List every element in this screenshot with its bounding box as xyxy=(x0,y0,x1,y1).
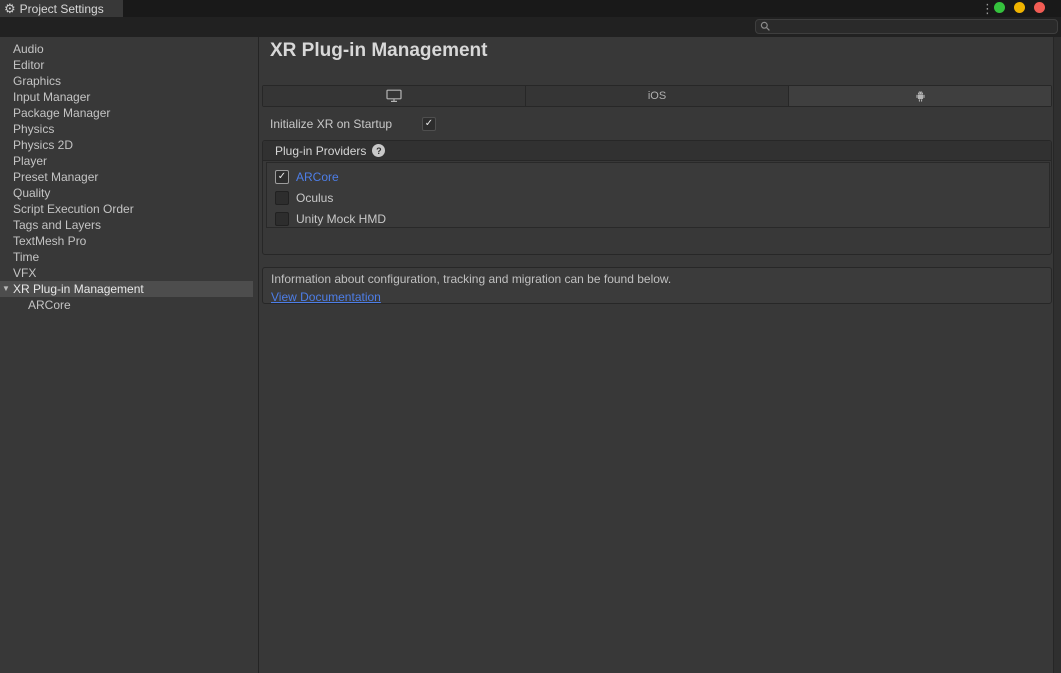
vertical-scrollbar[interactable] xyxy=(1053,37,1061,673)
settings-sidebar: Audio Editor Graphics Input Manager Package … xyxy=(0,37,259,673)
tab-android[interactable] xyxy=(789,86,1051,106)
sidebar-item-textmesh-pro[interactable]: TextMesh Pro xyxy=(0,233,258,249)
sidebar-item-graphics[interactable]: Graphics xyxy=(0,73,258,89)
window-minimize-dot[interactable] xyxy=(994,2,1005,13)
sidebar-item-physics-2d[interactable]: Physics 2D xyxy=(0,137,258,153)
initialize-xr-checkbox[interactable]: ✓ xyxy=(422,117,436,131)
sidebar-item-label: VFX xyxy=(13,266,36,280)
sidebar-item-preset-manager[interactable]: Preset Manager xyxy=(0,169,258,185)
initialize-xr-label: Initialize XR on Startup xyxy=(270,117,422,131)
sidebar-item-player[interactable]: Player xyxy=(0,153,258,169)
sidebar-item-label: Package Manager xyxy=(13,106,110,120)
plugin-providers-title: Plug-in Providers xyxy=(275,144,366,158)
sidebar-item-input-manager[interactable]: Input Manager xyxy=(0,89,258,105)
sidebar-item-label: Script Execution Order xyxy=(13,202,134,216)
provider-label[interactable]: Unity Mock HMD xyxy=(296,212,386,226)
plugin-providers-box: Plug-in Providers ? ✓ ARCore Oculus Unity M… xyxy=(262,140,1052,255)
gear-icon: ⚙ xyxy=(4,2,16,15)
search-box[interactable] xyxy=(755,19,1058,34)
provider-row: ✓ ARCore xyxy=(275,166,1049,187)
search-icon xyxy=(760,21,771,32)
initialize-xr-row: Initialize XR on Startup ✓ xyxy=(270,116,436,132)
providers-list: ✓ ARCore Oculus Unity Mock HMD xyxy=(266,162,1050,228)
sidebar-item-label: Tags and Layers xyxy=(13,218,101,232)
platform-tabbar: iOS xyxy=(262,85,1052,107)
sidebar-item-time[interactable]: Time xyxy=(0,249,258,265)
plugin-providers-header: Plug-in Providers ? xyxy=(263,141,1051,161)
window-tab-label: Project Settings xyxy=(20,2,104,16)
page-title: XR Plug-in Management xyxy=(270,40,487,62)
sidebar-item-label: TextMesh Pro xyxy=(13,234,86,248)
tab-ios[interactable]: iOS xyxy=(526,86,789,106)
sidebar-item-package-manager[interactable]: Package Manager xyxy=(0,105,258,121)
provider-row: Unity Mock HMD xyxy=(275,208,1049,229)
help-icon[interactable]: ? xyxy=(372,144,385,157)
sidebar-item-label: XR Plug-in Management xyxy=(13,282,144,296)
sidebar-item-label: Graphics xyxy=(13,74,61,88)
provider-row: Oculus xyxy=(275,187,1049,208)
sidebar-item-arcore[interactable]: ARCore xyxy=(0,297,258,313)
sidebar-item-audio[interactable]: Audio xyxy=(0,41,258,57)
sidebar-item-xr-plug-in-management[interactable]: ▼XR Plug-in Management xyxy=(0,281,253,297)
provider-label[interactable]: Oculus xyxy=(296,191,333,205)
sidebar-item-label: Physics 2D xyxy=(13,138,73,152)
sidebar-list: Audio Editor Graphics Input Manager Package … xyxy=(0,41,258,313)
monitor-icon xyxy=(386,89,402,103)
provider-checkbox[interactable] xyxy=(275,212,289,226)
project-settings-window: ⚙ Project Settings ⋮ Audio Editor Graphics… xyxy=(0,0,1061,673)
tab-ios-label: iOS xyxy=(648,90,666,102)
provider-checkbox[interactable] xyxy=(275,191,289,205)
info-box: Information about configuration, trackin… xyxy=(262,267,1052,304)
provider-label[interactable]: ARCore xyxy=(296,170,339,184)
sidebar-item-label: Audio xyxy=(13,42,44,56)
sidebar-item-tags-and-layers[interactable]: Tags and Layers xyxy=(0,217,258,233)
sidebar-item-label: Physics xyxy=(13,122,54,136)
sidebar-item-label: ARCore xyxy=(28,298,71,312)
sidebar-item-label: Player xyxy=(13,154,47,168)
title-bar: ⚙ Project Settings ⋮ xyxy=(0,0,1061,17)
info-text: Information about configuration, trackin… xyxy=(271,272,1051,286)
toolbar xyxy=(0,17,1061,37)
tab-desktop[interactable] xyxy=(263,86,526,106)
sidebar-item-quality[interactable]: Quality xyxy=(0,185,258,201)
search-input[interactable] xyxy=(774,21,1053,33)
window-zoom-dot[interactable] xyxy=(1014,2,1025,13)
sidebar-item-label: Input Manager xyxy=(13,90,90,104)
sidebar-item-vfx[interactable]: VFX xyxy=(0,265,258,281)
window-close-dot[interactable] xyxy=(1034,2,1045,13)
foldout-triangle-icon[interactable]: ▼ xyxy=(2,281,10,297)
view-documentation-link[interactable]: View Documentation xyxy=(271,290,381,304)
main-panel: XR Plug-in Management iOS xyxy=(260,37,1053,673)
sidebar-item-label: Quality xyxy=(13,186,50,200)
android-icon xyxy=(914,90,927,103)
sidebar-item-editor[interactable]: Editor xyxy=(0,57,258,73)
sidebar-item-label: Time xyxy=(13,250,39,264)
window-tab-project-settings[interactable]: ⚙ Project Settings xyxy=(0,0,123,17)
sidebar-item-label: Preset Manager xyxy=(13,170,98,184)
provider-checkbox[interactable]: ✓ xyxy=(275,170,289,184)
sidebar-item-script-execution-order[interactable]: Script Execution Order xyxy=(0,201,258,217)
sidebar-item-label: Editor xyxy=(13,58,44,72)
sidebar-item-physics[interactable]: Physics xyxy=(0,121,258,137)
kebab-menu-icon[interactable]: ⋮ xyxy=(981,0,991,17)
